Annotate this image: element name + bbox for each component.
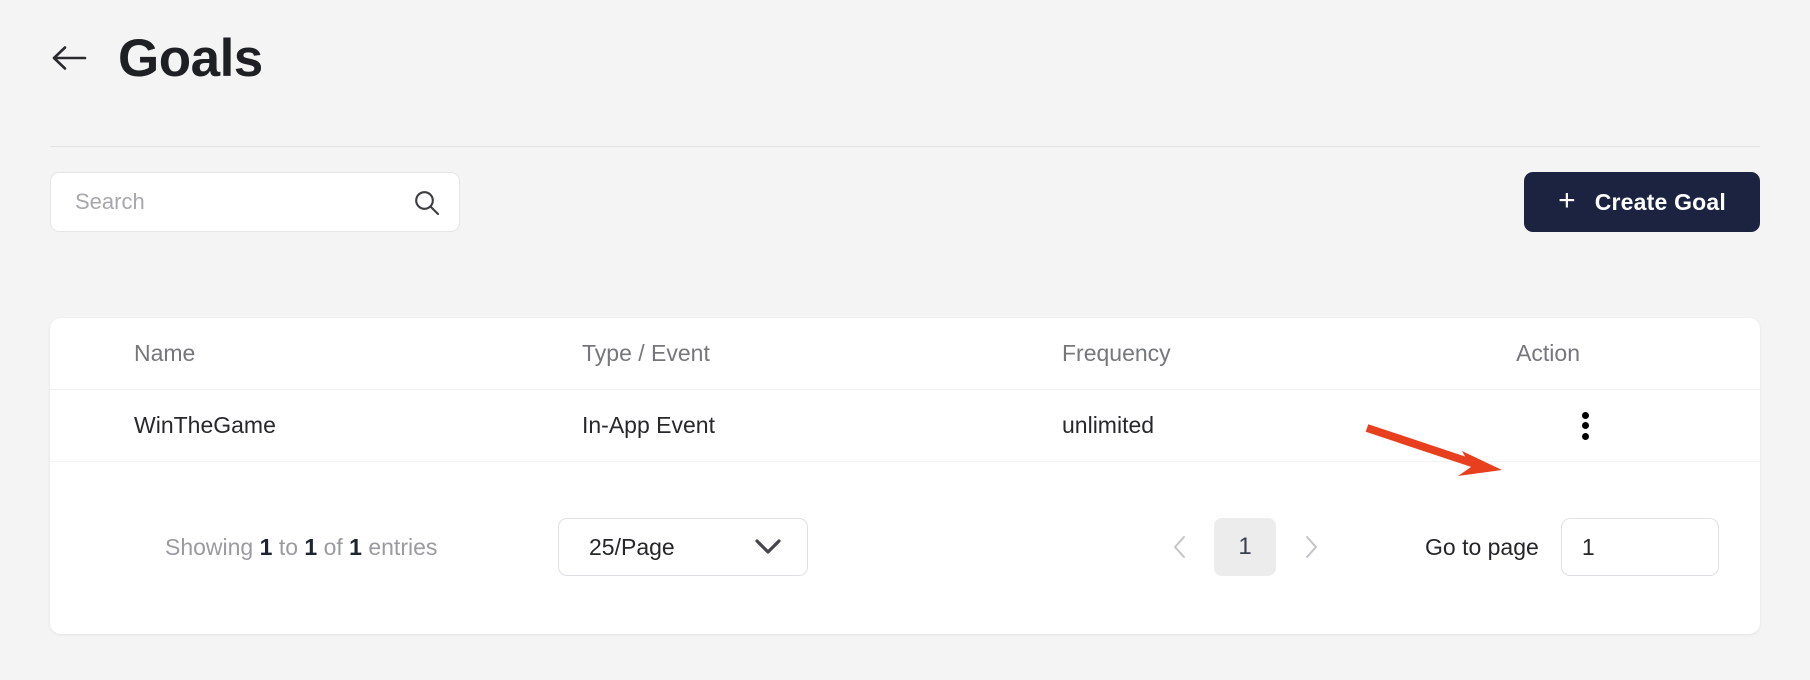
table-header-row: Name Type / Event Frequency Action <box>50 318 1760 390</box>
page-header: Goals <box>50 18 263 98</box>
search-input[interactable] <box>75 189 411 215</box>
pager: 1 <box>1160 518 1330 576</box>
search-icon[interactable] <box>411 187 441 217</box>
cell-action <box>1462 409 1728 443</box>
header-divider <box>50 146 1760 147</box>
goals-table-card: Name Type / Event Frequency Action WinTh… <box>50 318 1760 634</box>
chevron-left-icon[interactable] <box>1160 528 1198 566</box>
table-row[interactable]: WinTheGame In-App Event unlimited <box>50 390 1760 462</box>
showing-entries-text: Showing 1 to 1 of 1 entries <box>165 534 437 561</box>
pagination-bar: Showing 1 to 1 of 1 entries 25/Page 1 Go… <box>50 462 1760 632</box>
column-header-frequency: Frequency <box>1062 340 1171 366</box>
goals-page: Goals + Create Goal Name Type / Event Fr… <box>0 0 1810 680</box>
pager-page-1[interactable]: 1 <box>1214 518 1276 576</box>
plus-icon: + <box>1558 184 1576 217</box>
showing-of-word: of <box>323 533 343 560</box>
goto-page-label: Go to page <box>1425 533 1539 560</box>
cell-name: WinTheGame <box>134 412 276 438</box>
column-header-type: Type / Event <box>582 340 710 366</box>
showing-from: 1 <box>259 533 273 560</box>
per-page-select[interactable]: 25/Page <box>558 518 808 576</box>
goto-page-input[interactable] <box>1560 518 1719 576</box>
per-page-value: 25/Page <box>589 533 675 560</box>
column-header-name: Name <box>134 340 196 366</box>
showing-prefix: Showing <box>165 533 254 560</box>
page-title: Goals <box>118 28 263 88</box>
create-goal-label: Create Goal <box>1594 188 1726 215</box>
showing-to-word: to <box>278 533 298 560</box>
toolbar: + Create Goal <box>50 172 1760 234</box>
showing-suffix: entries <box>368 533 438 560</box>
goto-page-group: Go to page <box>1425 518 1719 576</box>
chevron-right-icon[interactable] <box>1292 528 1330 566</box>
cell-type: In-App Event <box>582 412 715 438</box>
showing-total: 1 <box>349 533 362 560</box>
back-arrow-icon[interactable] <box>50 39 88 77</box>
column-header-action: Action <box>1516 340 1580 366</box>
cell-frequency: unlimited <box>1062 412 1155 438</box>
more-vertical-icon[interactable] <box>1572 409 1598 443</box>
showing-to: 1 <box>304 533 318 560</box>
goals-table: Name Type / Event Frequency Action WinTh… <box>50 318 1760 632</box>
create-goal-button[interactable]: + Create Goal <box>1524 172 1760 232</box>
search-box[interactable] <box>50 172 460 232</box>
chevron-down-icon <box>755 539 781 555</box>
